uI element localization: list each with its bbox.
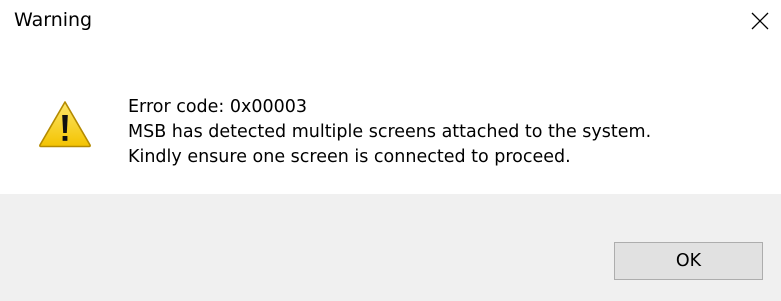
title-bar: Warning [0,0,781,44]
window-title: Warning [14,9,93,31]
close-button[interactable] [740,2,780,40]
message-text: Error code: 0x00003 MSB has detected mul… [128,95,651,170]
error-code-line: Error code: 0x00003 [128,97,308,117]
warning-icon [39,101,91,148]
message-area: Error code: 0x00003 MSB has detected mul… [0,44,781,194]
message-line: MSB has detected multiple screens attach… [128,122,652,142]
message-line: Kindly ensure one screen is connected to… [128,147,571,167]
ok-button[interactable]: OK [614,242,763,280]
close-icon [751,12,769,30]
warning-dialog: Warning Error code: 0x00003 MSB has dete… [0,0,781,301]
button-bar: OK [0,194,781,301]
